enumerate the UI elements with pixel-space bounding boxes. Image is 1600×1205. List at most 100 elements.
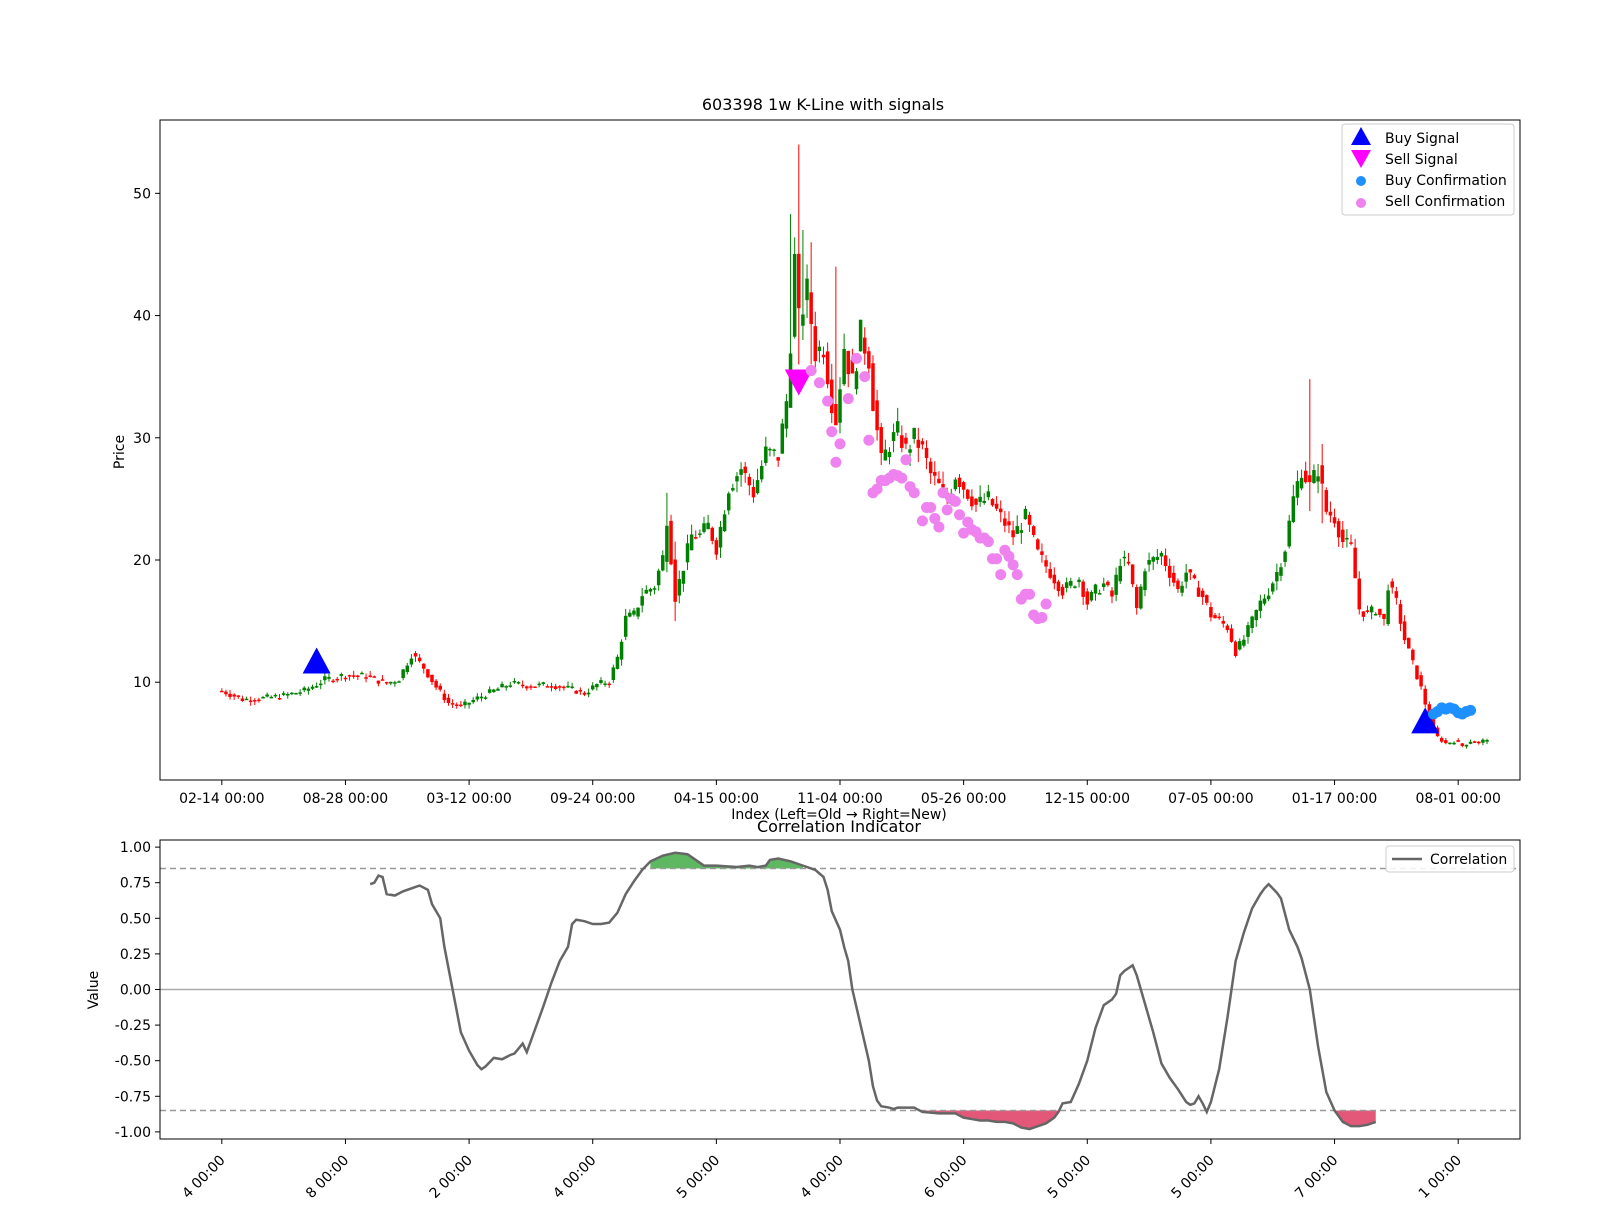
candle [232,693,236,700]
candle [459,701,463,708]
candle [615,654,620,670]
candle [830,363,834,424]
legend-buy-signal-label: Buy Signal [1385,131,1459,147]
candle [706,514,710,530]
correlation-y-label: Value [86,971,102,1009]
candle [590,682,595,691]
candle-body [908,449,912,453]
candle [454,702,459,709]
candle-body [1472,741,1477,743]
candle-body [895,421,900,433]
candle [360,671,364,675]
candle [1015,515,1019,534]
candle [900,425,904,453]
candle [920,438,925,450]
candle-body [450,703,455,705]
candle-body [1089,592,1094,601]
x-tick-label: 7 00:00 [1292,1153,1341,1200]
candle [714,537,719,560]
candle-body [294,693,298,695]
candle [718,521,723,558]
candle-body [1308,475,1312,483]
candle-body [1143,571,1147,591]
candle-body [1460,743,1465,746]
candle-body [846,350,850,375]
candle [1349,534,1353,546]
candle-body [673,559,677,602]
candle [904,432,908,450]
candle [310,684,315,690]
candle-body [1275,572,1279,582]
correlation-legend: Correlation [1385,845,1515,873]
candle [801,230,805,340]
candle [1155,548,1160,565]
candle [1448,742,1452,745]
candle-body [1444,740,1448,744]
candle-body [323,676,327,681]
candle-body [698,533,702,535]
candle-body [726,493,731,511]
candle [784,394,789,438]
candle [240,695,245,702]
candle [269,695,274,699]
candle [1052,567,1057,590]
candle [656,568,661,591]
candle-body [813,326,818,362]
legend-buy-confirmation-label: Buy Confirmation [1385,173,1507,189]
candle [1452,741,1456,746]
candle [1106,580,1110,587]
y-tick-label: -0.25 [115,1018,151,1034]
candle [1126,552,1131,566]
candle-body [1411,649,1415,661]
candle [1139,584,1143,610]
candle-body [1295,481,1300,498]
candle [1419,671,1423,690]
candle [957,474,962,494]
candle [504,685,508,691]
candle [1365,605,1370,614]
candle-body [360,672,364,675]
candle [409,653,414,668]
candle [883,439,888,461]
candle [619,639,624,666]
candle [224,689,228,697]
candle-body [648,589,653,592]
candle-body [529,686,533,688]
candle-body [1093,584,1098,594]
candle [599,677,603,685]
candle [1279,563,1283,582]
candle-body [356,675,360,677]
candle-body [912,427,916,439]
candle-body [834,404,838,426]
candle [438,683,442,692]
candle [323,671,327,685]
candle-body [1097,593,1102,595]
sell-confirmation-point [859,371,871,383]
x-tick-label: 03-12 00:00 [426,791,511,807]
candle [933,461,937,486]
candle [1275,563,1279,591]
candle-body [257,699,261,702]
candle-body [504,686,508,688]
candle-body [487,689,492,693]
candle-body [442,693,447,701]
candle [1184,563,1188,589]
candle [467,702,471,709]
candle-body [607,683,611,686]
correlation-series [369,851,1377,1131]
candle-body [1159,552,1164,557]
candle-body [1192,575,1197,579]
candle [1007,511,1011,534]
candle [1229,624,1234,643]
candle [364,673,368,683]
candle-body [1419,675,1423,687]
candle [858,319,863,352]
y-tick-label: 1.00 [120,840,151,856]
candle-body [343,677,348,680]
kline-y-label: Price [112,435,128,469]
candle [1353,538,1357,579]
y-tick-label: 0.00 [120,983,151,999]
candle-body [372,676,377,678]
candle [516,681,521,685]
x-tick-label: 2 00:00 [427,1153,476,1200]
